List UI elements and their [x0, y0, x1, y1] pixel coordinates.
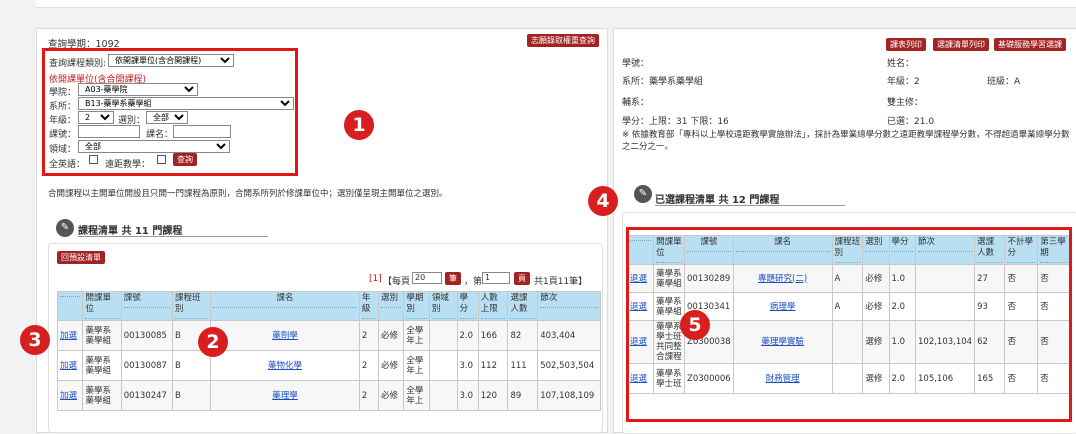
- page-input[interactable]: 1: [482, 272, 510, 284]
- per-page-input[interactable]: 20: [412, 272, 442, 284]
- cell-class: B: [171, 380, 212, 411]
- course-list-table: 開課單位 課號 課程班別 課名 年級 選別 學期別 領域別 學分 人數上限 選課…: [56, 291, 601, 411]
- top-bar: [36, 0, 1076, 8]
- course-name-link[interactable]: 藥物化學: [268, 361, 302, 371]
- pager-summary: 共1頁11筆】: [534, 277, 588, 287]
- cell-grade: 2: [358, 320, 379, 351]
- cell-elective: 必修: [377, 320, 405, 351]
- cell-unit: 藥學系藥學組: [82, 380, 122, 411]
- add-course-link[interactable]: 加選: [60, 331, 77, 341]
- cell-grade: 2: [358, 380, 379, 411]
- student-name-label: 姓名：: [887, 59, 915, 69]
- title-underline: [78, 236, 268, 237]
- title-underline: [655, 205, 845, 206]
- cell-credits: 3.0: [456, 380, 479, 411]
- marker-5: 5: [680, 310, 710, 340]
- selected-credits: 已選：21.0: [887, 117, 935, 127]
- course-list-title: 課程清單 共 11 門課程: [78, 226, 183, 237]
- student-no-label: 學號：: [622, 59, 650, 69]
- cell-credits: 3.0: [456, 350, 479, 381]
- cell-enrolled: 111: [507, 350, 539, 381]
- col-header-grade: 年級: [358, 291, 379, 321]
- cell-elective: 必修: [377, 380, 405, 411]
- cell-enrolled: 89: [507, 380, 539, 411]
- highlight-box-search: [42, 48, 298, 176]
- edit-icon: ✎: [56, 219, 74, 237]
- col-header-course-name: 課名: [210, 291, 360, 321]
- selected-list-print-button[interactable]: 選課清單列印: [933, 38, 989, 51]
- col-header-term: 學期別: [403, 291, 430, 321]
- col-header-course-no: 課號: [120, 291, 173, 321]
- col-header-class: 課程班別: [171, 291, 212, 321]
- minor-label: 輔系：: [622, 98, 650, 108]
- table-row: 加選 藥學系藥學組 00130247 B 藥理學 2 必修 全學年上 3.0 1…: [56, 380, 601, 411]
- marker-2: 2: [198, 327, 228, 357]
- pager-first[interactable]: [1]: [369, 274, 382, 284]
- student-dept: 系所：藥學系藥學組: [622, 77, 704, 87]
- cell-capacity: 120: [477, 380, 509, 411]
- col-header-field: 領域別: [428, 291, 458, 321]
- cell-enrolled: 82: [507, 320, 539, 351]
- add-course-link[interactable]: 加選: [60, 391, 77, 401]
- cell-field: [428, 320, 458, 351]
- cell-field: [428, 350, 458, 381]
- basic-service-learning-button[interactable]: 基礎服務學習選課: [994, 38, 1066, 51]
- cell-unit: 藥學系藥學組: [82, 350, 122, 381]
- cell-credits: 2.0: [456, 320, 479, 351]
- marker-3: 3: [20, 325, 50, 355]
- selected-list-title: 已選課程清單 共 12 門課程: [655, 195, 780, 206]
- double-major-label: 雙主修：: [887, 98, 924, 108]
- cell-elective: 必修: [377, 350, 405, 381]
- cell-periods: 403,404: [537, 320, 601, 351]
- per-page-button[interactable]: 筆: [445, 272, 461, 285]
- table-header-row: 開課單位 課號 課程班別 課名 年級 選別 學期別 領域別 學分 人數上限 選課…: [56, 291, 601, 321]
- marker-1: 1: [344, 110, 374, 140]
- col-header-capacity: 人數上限: [477, 291, 509, 321]
- student-grade: 年級：2: [887, 77, 920, 87]
- col-header-periods: 節次: [537, 291, 601, 321]
- cell-capacity: 112: [477, 350, 509, 381]
- col-header-credits: 學分: [456, 291, 479, 321]
- cell-course-no: 00130085: [120, 320, 173, 351]
- cell-capacity: 166: [477, 320, 509, 351]
- edit-icon: ✎: [634, 185, 652, 203]
- co-course-note: 合開課程以主開單位開設且只開一門課程為原則，合開系所列於修課單位中；選別僅呈現主…: [48, 189, 448, 199]
- timetable-print-button[interactable]: 課表列印: [886, 38, 926, 51]
- course-name-link[interactable]: 藥劑學: [272, 331, 298, 341]
- table-row: 加選 藥學系藥學組 00130085 B 藥劑學 2 必修 全學年上 2.0 1…: [56, 320, 601, 351]
- col-header-action: [56, 291, 84, 321]
- course-name-link[interactable]: 藥理學: [272, 391, 298, 401]
- cell-grade: 2: [358, 350, 379, 381]
- back-to-default-button[interactable]: 回預設清單: [57, 251, 105, 264]
- table-row: 加選 藥學系藥學組 00130087 B 藥物化學 2 必修 全學年上 3.0 …: [56, 350, 601, 381]
- pager-per-page-label: 【每頁: [383, 277, 411, 287]
- add-course-link[interactable]: 加選: [60, 361, 77, 371]
- marker-4: 4: [588, 186, 618, 216]
- col-header-enrolled: 選課人數: [507, 291, 539, 321]
- cell-term: 全學年上: [403, 380, 430, 411]
- cell-field: [428, 380, 458, 411]
- student-class: 班級：A: [987, 77, 1021, 87]
- go-page-button[interactable]: 頁: [514, 272, 530, 285]
- credit-limits: 學分：上限：31 下限：16: [622, 117, 729, 127]
- cell-periods: 107,108,109: [537, 380, 601, 411]
- cell-periods: 502,503,504: [537, 350, 601, 381]
- col-header-unit: 開課單位: [82, 291, 122, 321]
- cell-course-no: 00130087: [120, 350, 173, 381]
- col-header-elective: 選別: [377, 291, 405, 321]
- cell-unit: 藥學系藥學組: [82, 320, 122, 351]
- cell-term: 全學年上: [403, 350, 430, 381]
- distance-learning-notice: ※ 依據教育部「專科以上學校遠距教學實施辦法」，採計為畢業總學分數之遠距教學課程…: [622, 130, 1070, 152]
- pager-page-label: ，第: [464, 277, 483, 287]
- cell-term: 全學年上: [403, 320, 430, 351]
- volunteer-query-button[interactable]: 志願錄取權重查詢: [527, 34, 599, 47]
- cell-course-no: 00130247: [120, 380, 173, 411]
